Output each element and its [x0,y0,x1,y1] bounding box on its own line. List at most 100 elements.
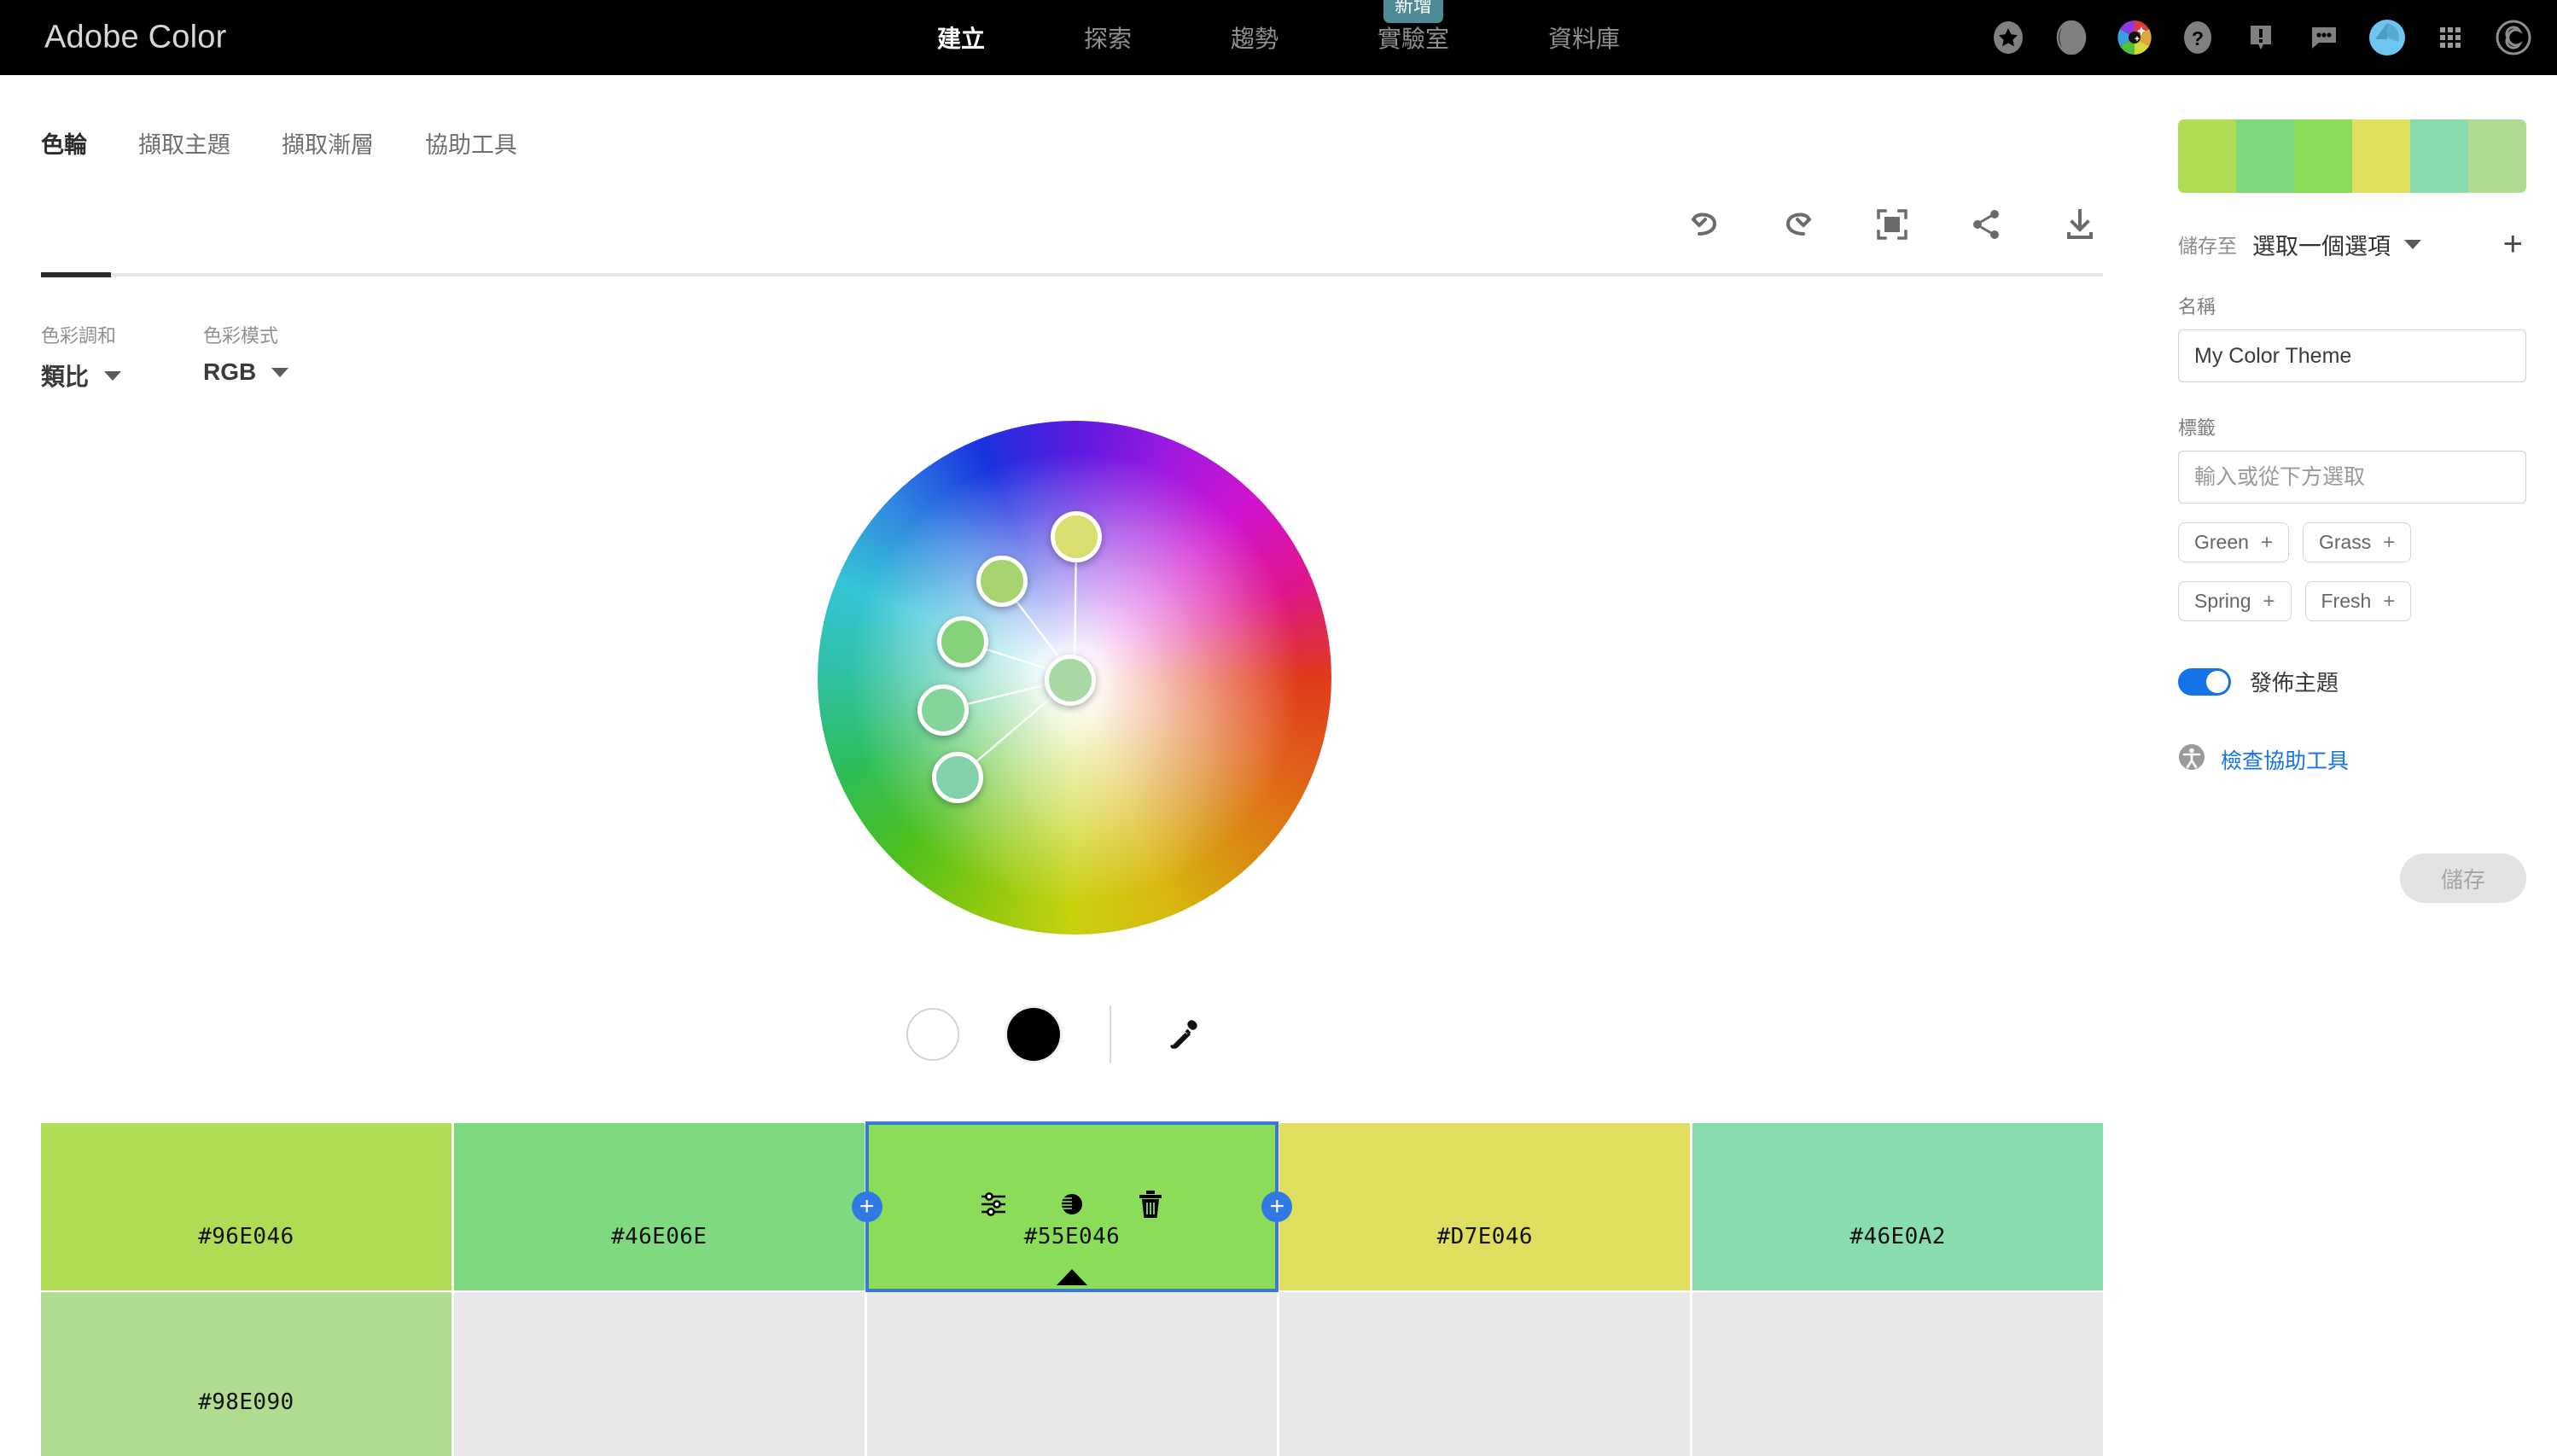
tag-chip-grass[interactable]: Grass + [2302,522,2412,562]
nav-item-libraries[interactable]: 資料庫 [1540,15,1628,60]
contrast-icon[interactable] [1054,1186,1090,1222]
swatch-6[interactable]: #98E090 [41,1292,451,1456]
swatch-hex: #46E0A2 [1849,1224,1946,1249]
tab-label: 擷取漸層 [282,132,374,158]
nav-item-trends[interactable]: 趨勢 [1222,15,1287,60]
save-button[interactable]: 儲存 [2400,853,2526,903]
harmony-rule-select[interactable]: 類比 [41,358,122,393]
color-wheel-icon[interactable] [2115,18,2154,57]
nav-item-label: 實驗室 [1378,26,1450,52]
swatch-3-selected[interactable]: + + #55E046 [851,1121,1293,1292]
help-icon[interactable]: ? [2178,18,2217,57]
nav-item-create[interactable]: 建立 [929,15,993,60]
tab-extract-theme[interactable]: 擷取主題 [126,126,270,190]
save-to-select[interactable]: 選取一個選項 [2252,228,2421,261]
tab-label: 協助工具 [425,132,517,158]
eyedropper-icon[interactable] [1162,1011,1209,1057]
tab-extract-gradient[interactable]: 擷取漸層 [270,126,413,190]
add-swatch-right-button[interactable]: + [1261,1191,1293,1222]
tab-accessibility-tools[interactable]: 協助工具 [413,126,556,190]
nav-item-explore[interactable]: 探索 [1075,15,1140,60]
trash-icon[interactable] [1133,1186,1168,1222]
add-library-button[interactable]: + [2500,227,2526,261]
accessibility-link-label: 檢查協助工具 [2221,748,2350,773]
wheel-handle-5[interactable] [917,684,969,736]
tag-suggestion-row-2: Spring + Fresh + [2178,581,2526,621]
swatch-2[interactable]: #46E06E [453,1123,865,1290]
accessibility-icon [2178,743,2205,775]
download-icon[interactable] [2057,201,2103,248]
save-to-row: 儲存至 選取一個選項 + [2178,227,2526,261]
notification-icon[interactable] [2241,18,2280,57]
tag-label: Green [2194,531,2249,553]
preview-color-5 [2410,119,2468,193]
creative-cloud-icon[interactable] [2494,18,2533,57]
swatch-empty-4[interactable] [1692,1292,2103,1456]
tab-color-wheel[interactable]: 色輪 [41,126,126,190]
swatch-hex: #55E046 [1023,1224,1121,1249]
wheel-handle-6[interactable] [931,752,983,804]
toggle-knob [2206,670,2228,693]
swatch-empty-3[interactable] [1279,1292,1691,1456]
plus-icon: + [2383,530,2396,554]
tab-divider [41,273,2103,277]
swatch-empty-1[interactable] [453,1292,865,1456]
publish-theme-toggle[interactable] [2178,667,2231,696]
chevron-down-icon [104,370,122,381]
swatch-row-primary: #96E046 #46E06E + + #55E046 #D7E046 #46E… [41,1121,2103,1292]
redo-icon[interactable] [1775,201,1821,248]
feedback-icon[interactable] [2304,18,2344,57]
swatch-5[interactable]: #46E0A2 [1692,1123,2103,1290]
svg-text:?: ? [2192,27,2204,50]
theme-name-input[interactable] [2178,329,2526,382]
color-mode-select[interactable]: RGB [203,358,289,386]
fit-view-icon[interactable] [1869,201,1915,248]
chevron-down-icon [271,367,289,377]
sliders-icon[interactable] [976,1186,1011,1222]
swatch-1[interactable]: #96E046 [41,1123,451,1290]
app-grid-icon[interactable] [2431,18,2470,57]
black-color-dot[interactable] [1007,1008,1060,1061]
share-icon[interactable] [1963,201,2009,248]
undo-icon[interactable] [1681,201,1727,248]
tag-chip-fresh[interactable]: Fresh + [2304,581,2412,621]
nav-item-label: 探索 [1083,26,1132,52]
top-bar: Adobe Color 建立 探索 趨勢 新增 實驗室 資料庫 ? [0,0,2557,75]
top-icon-bar: ? [1989,0,2533,75]
tag-chip-spring[interactable]: Spring + [2178,581,2292,621]
wheel-handle-3[interactable] [936,615,988,667]
avatar-icon[interactable] [2368,18,2407,57]
plus-icon: + [2383,589,2396,613]
swatch-empty-2[interactable] [866,1292,1278,1456]
preview-color-6 [2468,119,2526,193]
nav-item-label: 資料庫 [1548,26,1621,52]
color-mode-group: 色彩模式 RGB [203,321,289,393]
contrast-icon[interactable] [2052,18,2091,57]
white-color-dot[interactable] [906,1008,959,1061]
wheel-handle-4[interactable] [1045,655,1097,706]
sub-tabs: 色輪 擷取主題 擷取漸層 協助工具 [41,126,556,190]
swatch-4[interactable]: #D7E046 [1279,1123,1691,1290]
swatch-grid: #96E046 #46E06E + + #55E046 #D7E046 #46E… [41,1121,2103,1456]
tag-suggestion-row-1: Green + Grass + [2178,522,2526,562]
harmony-rule-group: 色彩調和 類比 [41,321,122,393]
swatch-hex: #D7E046 [1436,1224,1533,1249]
swatch-hex: #98E090 [198,1389,294,1415]
base-color-tools [906,1005,1209,1063]
color-wheel[interactable] [818,421,1331,935]
plus-icon: + [2263,589,2275,613]
tab-active-indicator [41,272,111,277]
star-icon[interactable] [1989,18,2028,57]
tag-chip-green[interactable]: Green + [2178,522,2289,562]
wheel-handle-2[interactable] [976,556,1028,608]
accessibility-check-link[interactable]: 檢查協助工具 [2178,743,2526,775]
harmony-controls: 色彩調和 類比 色彩模式 RGB [41,321,289,393]
wheel-handle-1[interactable] [1050,511,1102,563]
add-swatch-left-button[interactable]: + [851,1191,882,1222]
publish-theme-row: 發佈主題 [2178,666,2526,697]
swatch-hex: #46E06E [611,1224,708,1249]
nav-item-labs[interactable]: 新增 實驗室 [1369,0,1458,60]
chevron-down-icon [2404,239,2421,249]
tags-input[interactable] [2178,451,2526,504]
name-label: 名稱 [2178,296,2216,317]
